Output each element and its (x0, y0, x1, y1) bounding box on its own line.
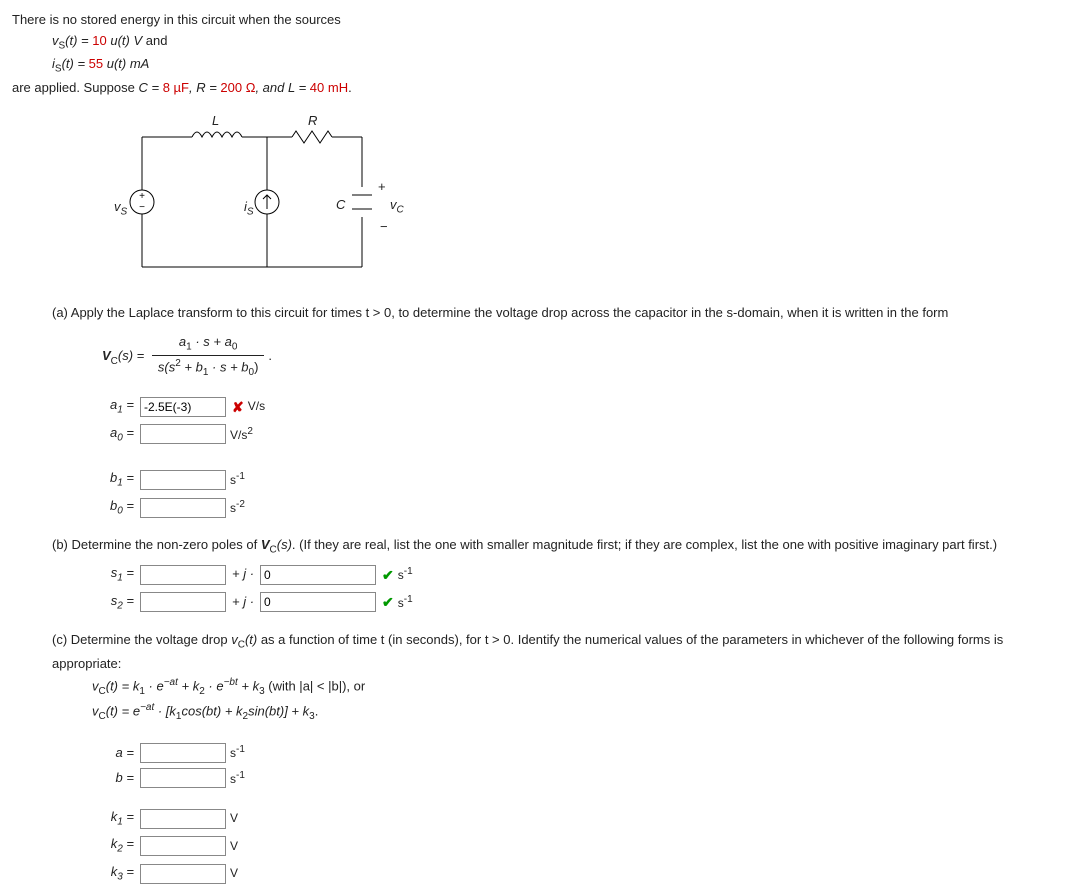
resistor-label: R (308, 111, 317, 132)
k2-input[interactable] (140, 836, 226, 856)
intro-params: are applied. Suppose C = 8 µF, R = 200 Ω… (12, 78, 1065, 99)
wrong-icon: ✘ (232, 396, 244, 418)
s1-imag-input[interactable] (260, 565, 376, 585)
inductor-label: L (212, 111, 219, 132)
vs-label: vS (114, 197, 127, 221)
intro-vs: vS(t) = 10 u(t) V and (52, 31, 1065, 55)
s2-imag-input[interactable] (260, 592, 376, 612)
s1-unit: s-1 (398, 564, 413, 585)
plus-j2: + j · (232, 592, 254, 613)
is-label: iS (244, 197, 254, 221)
k1-input[interactable] (140, 809, 226, 829)
part-a-equation: VC(s) = a1 · s + a0 s(s2 + b1 · s + b0) … (102, 332, 1065, 382)
part-c-eq1: vC(t) = k1 · e−at + k2 · e−bt + k3 (with… (92, 675, 1065, 700)
circuit-diagram: + − L R vS iS C + − vC (102, 117, 402, 287)
a0-unit: V/s2 (230, 424, 253, 445)
s2-row: s2 = + j · ✔ s-1 (92, 591, 1065, 615)
s1-real-input[interactable] (140, 565, 226, 585)
vc-minus: − (380, 217, 388, 238)
a0-input[interactable] (140, 424, 226, 444)
part-c-prompt: (c) Determine the voltage drop vC(t) as … (52, 630, 1065, 674)
svg-text:−: − (139, 202, 145, 213)
a-unit: s-1 (230, 742, 245, 763)
a0-row: a0 = V/s2 (92, 423, 1065, 447)
b1-input[interactable] (140, 470, 226, 490)
part-c-eq2: vC(t) = e−at · [k1cos(bt) + k2sin(bt)] +… (92, 700, 1065, 725)
svg-text:+: + (139, 191, 145, 202)
s2-real-input[interactable] (140, 592, 226, 612)
k1-unit: V (230, 809, 238, 828)
b1-row: b1 = s-1 (92, 468, 1065, 492)
check-icon: ✔ (382, 564, 394, 586)
k3-unit: V (230, 864, 238, 883)
vc-plus: + (378, 177, 386, 198)
b-unit: s-1 (230, 768, 245, 789)
k2-row: k2 = V (92, 834, 1065, 858)
intro-is: iS(t) = 55 u(t) mA (52, 54, 1065, 78)
a-input[interactable] (140, 743, 226, 763)
k3-input[interactable] (140, 864, 226, 884)
s1-row: s1 = + j · ✔ s-1 (92, 563, 1065, 587)
a1-input[interactable] (140, 397, 226, 417)
b0-unit: s-2 (230, 497, 245, 518)
part-b-prompt: (b) Determine the non-zero poles of VC(s… (52, 535, 1065, 559)
s2-unit: s-1 (398, 592, 413, 613)
plus-j1: + j · (232, 564, 254, 585)
k2-unit: V (230, 837, 238, 856)
b-row: b = s-1 (92, 768, 1065, 789)
k1-row: k1 = V (92, 807, 1065, 831)
part-a-prompt: (a) Apply the Laplace transform to this … (52, 303, 1065, 324)
a1-row: a1 = ✘ V/s (92, 395, 1065, 419)
b0-row: b0 = s-2 (92, 496, 1065, 520)
b-input[interactable] (140, 768, 226, 788)
b0-input[interactable] (140, 498, 226, 518)
vc-label: vC (390, 195, 404, 219)
k3-row: k3 = V (92, 862, 1065, 886)
intro-line1: There is no stored energy in this circui… (12, 10, 1065, 31)
a1-unit: V/s (248, 397, 265, 416)
cap-label: C (336, 195, 345, 216)
a-row: a = s-1 (92, 742, 1065, 763)
check-icon: ✔ (382, 591, 394, 613)
b1-unit: s-1 (230, 469, 245, 490)
